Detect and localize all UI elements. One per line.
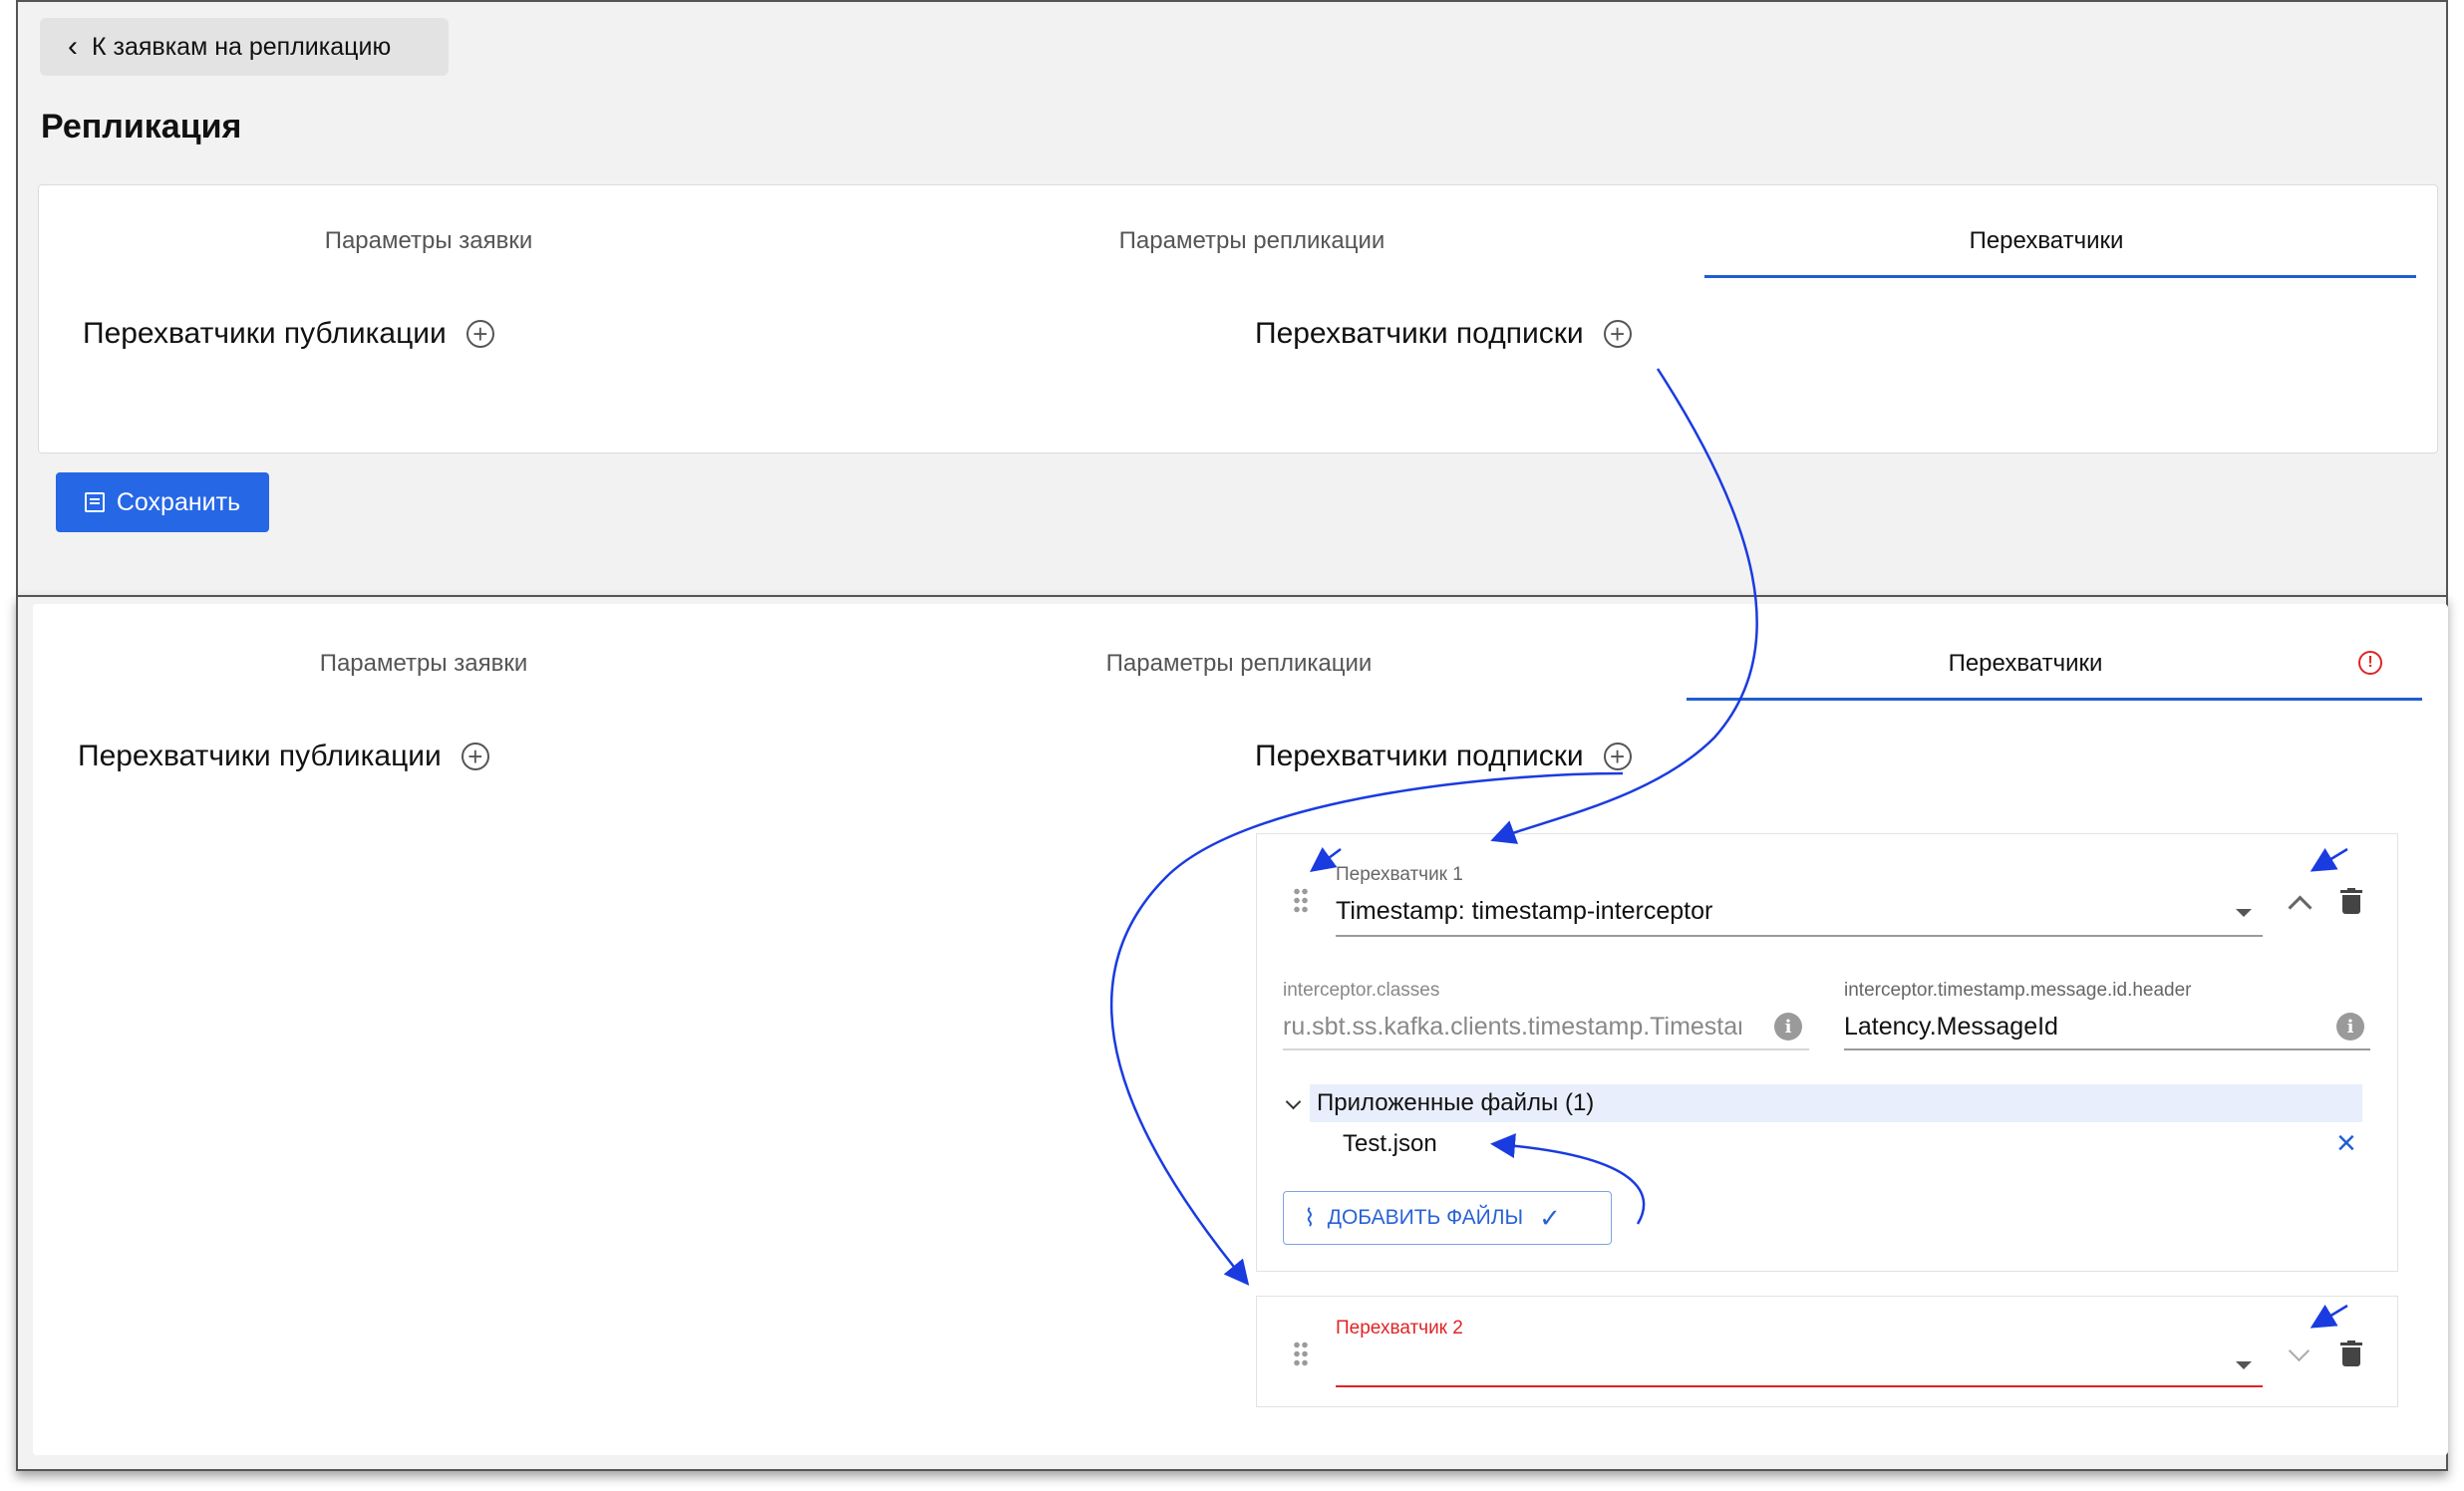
annotation-arrow <box>1490 368 1758 844</box>
annotation-arrow <box>2310 847 2348 872</box>
annotation-arrow <box>1490 1133 1646 1225</box>
annotation-arrows <box>1109 368 2348 1329</box>
annotation-arrow <box>1109 771 1624 1286</box>
annotation-arrow <box>1309 847 1342 872</box>
annotation-arrow <box>2310 1304 2348 1329</box>
